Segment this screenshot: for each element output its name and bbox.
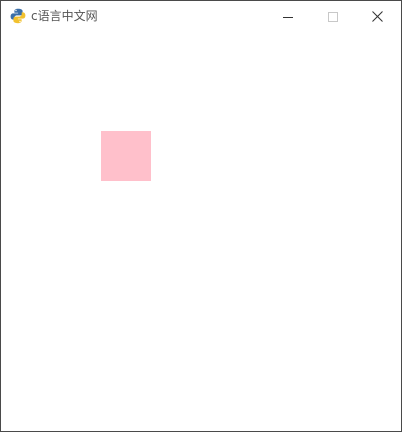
window-title: c语言中文网 xyxy=(31,9,98,23)
minimize-icon xyxy=(282,7,293,26)
minimize-button[interactable] xyxy=(265,1,310,31)
close-button[interactable] xyxy=(355,1,400,31)
maximize-button[interactable] xyxy=(310,1,355,31)
pink-rectangle xyxy=(101,131,151,181)
game-canvas[interactable] xyxy=(1,32,401,431)
title-bar[interactable]: c语言中文网 xyxy=(1,1,401,32)
close-icon xyxy=(372,7,383,26)
python-icon xyxy=(10,8,26,24)
maximize-icon xyxy=(327,7,338,26)
app-window: c语言中文网 xyxy=(0,0,402,432)
